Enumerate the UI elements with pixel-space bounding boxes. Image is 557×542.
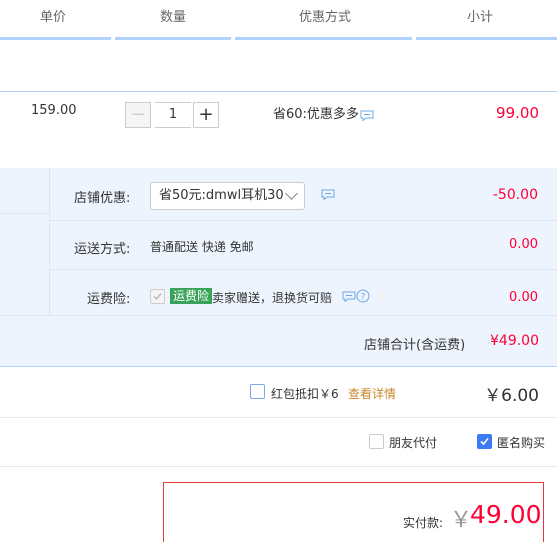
shop-coupon-label: 店铺优惠: <box>74 191 131 206</box>
friend-pay-label: 朋友代付 <box>389 436 438 450</box>
header-gap <box>231 37 235 40</box>
friend-pay-checkbox[interactable] <box>369 434 384 449</box>
item-unit-price: 159.00 <box>31 103 77 118</box>
column-quantity: 数量 <box>160 10 187 25</box>
shipping-method: 普通配送 快递 免邮 <box>150 240 254 254</box>
insurance-text: 卖家赠送，退换货可赔 <box>212 291 333 305</box>
header-divider <box>0 37 557 40</box>
insurance-checkbox[interactable] <box>150 289 165 304</box>
redpacket-label: 红包抵扣￥6 <box>271 387 339 401</box>
payment-label: 实付款: <box>403 516 444 530</box>
quantity-increase-button[interactable]: + <box>193 102 219 128</box>
shop-row-divider <box>50 220 557 221</box>
row-divider <box>0 466 557 467</box>
check-icon <box>480 437 489 446</box>
anonymous-label: 匿名购买 <box>497 436 546 450</box>
redpacket-value: ￥6.00 <box>484 386 539 406</box>
chat-icon[interactable] <box>342 291 356 302</box>
redpacket-checkbox[interactable] <box>250 384 265 399</box>
help-icon[interactable]: ? <box>356 289 370 303</box>
quantity-decrease-button[interactable]: − <box>125 102 151 128</box>
column-discount: 优惠方式 <box>299 10 352 25</box>
shipping-cost: 0.00 <box>509 237 538 252</box>
shop-left-border <box>49 168 50 315</box>
quantity-input[interactable]: 1 <box>155 102 191 128</box>
shop-coupon-value: -50.00 <box>492 187 538 203</box>
item-subtotal: 99.00 <box>496 104 539 122</box>
header-gap <box>111 37 115 40</box>
anonymous-checkbox[interactable] <box>477 434 492 449</box>
chevron-down-icon <box>285 187 298 200</box>
redpacket-details-link[interactable]: 查看详情 <box>348 385 396 402</box>
column-subtotal: 小计 <box>467 10 494 25</box>
chat-icon[interactable] <box>321 189 335 200</box>
item-discount-text: 省60:优惠多多 <box>273 107 359 122</box>
payment-amount: 49.00 <box>470 500 542 529</box>
row-divider <box>0 417 557 418</box>
insurance-badge: 运费险 <box>170 288 213 304</box>
svg-text:?: ? <box>361 293 366 303</box>
payment-currency: ￥ <box>450 508 473 533</box>
item-top-divider <box>0 91 557 92</box>
shop-total-value: ¥49.00 <box>490 333 539 349</box>
shop-row-divider <box>50 269 557 270</box>
insurance-label: 运费险: <box>87 292 131 307</box>
shipping-label: 运送方式: <box>74 242 131 257</box>
column-unit-price: 单价 <box>40 10 67 25</box>
shop-bottom-divider <box>0 366 557 367</box>
header-gap <box>412 37 416 40</box>
insurance-cost: 0.00 <box>509 290 538 305</box>
shop-coupon-selected: 省50元:dmwl耳机30 <box>159 188 284 203</box>
notch-line <box>0 213 50 214</box>
shop-total-divider <box>0 315 557 316</box>
shop-total-label: 店铺合计(含运费) <box>364 338 466 353</box>
shop-coupon-select[interactable]: 省50元:dmwl耳机30 <box>150 182 305 210</box>
chat-icon[interactable] <box>360 110 374 121</box>
check-icon <box>153 293 162 301</box>
